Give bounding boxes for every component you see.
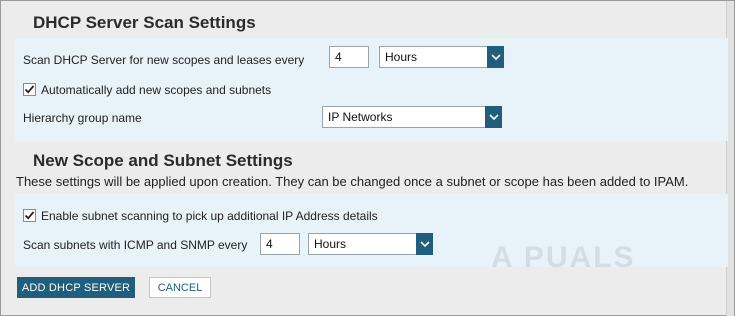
enable-scan-label: Enable subnet scanning to pick up additi… [41,209,378,223]
cancel-button[interactable]: CANCEL [149,277,211,298]
chevron-down-icon[interactable] [485,106,502,128]
icmp-unit-value: Hours [314,237,347,251]
add-dhcp-server-button[interactable]: ADD DHCP SERVER [17,277,135,298]
watermark-logo: A PUALS [491,241,636,274]
icmp-unit-select[interactable]: Hours [308,233,433,255]
scan-unit-value: Hours [385,50,418,64]
hierarchy-group-value: IP Networks [328,110,393,124]
icmp-interval-label: Scan subnets with ICMP and SNMP every [23,238,248,252]
chevron-down-icon[interactable] [487,46,504,68]
scope-settings-description: These settings will be applied upon crea… [16,174,689,189]
enable-scan-checkbox[interactable] [23,209,36,222]
checkmark-icon [24,211,35,220]
scan-interval-input[interactable]: 4 [329,46,369,68]
icmp-interval-input[interactable]: 4 [260,233,300,255]
dhcp-scan-panel: Scan DHCP Server for new scopes and leas… [15,38,728,141]
settings-window: DHCP Server Scan Settings Scan DHCP Serv… [0,0,735,316]
scope-settings-title: New Scope and Subnet Settings [33,151,293,170]
scan-unit-select[interactable]: Hours [379,46,504,68]
auto-add-label: Automatically add new scopes and subnets [41,83,272,97]
dhcp-scan-settings-title: DHCP Server Scan Settings [33,13,256,32]
hierarchy-group-label: Hierarchy group name [23,111,142,125]
hierarchy-group-select[interactable]: IP Networks [322,106,502,128]
checkmark-icon [24,85,35,94]
chevron-down-icon[interactable] [416,233,433,255]
auto-add-checkbox[interactable] [23,83,36,96]
scan-interval-label: Scan DHCP Server for new scopes and leas… [23,53,305,67]
